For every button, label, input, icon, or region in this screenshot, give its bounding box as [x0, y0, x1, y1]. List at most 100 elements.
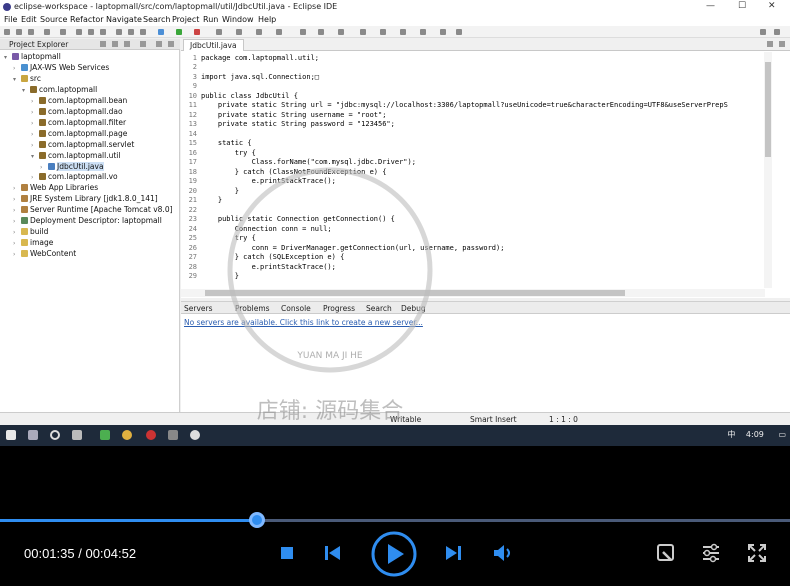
- pin-editor-icon[interactable]: [338, 29, 344, 35]
- menu-edit[interactable]: Edit: [21, 15, 37, 24]
- terminal-icon[interactable]: [44, 29, 50, 35]
- collapsed-arrow-icon[interactable]: ›: [31, 120, 39, 127]
- notification-icon[interactable]: ▭: [778, 430, 786, 439]
- forward-icon[interactable]: [456, 29, 462, 35]
- start-icon[interactable]: [6, 430, 16, 440]
- vertical-scroll-thumb[interactable]: [765, 62, 771, 157]
- expanded-arrow-icon[interactable]: ▾: [31, 153, 39, 160]
- tree-item[interactable]: › Web App Libraries: [13, 183, 98, 193]
- tree-item[interactable]: › com.laptopmall.filter: [31, 118, 126, 128]
- next-icon[interactable]: [444, 544, 464, 562]
- chrome-icon[interactable]: [122, 430, 132, 440]
- suspend-icon[interactable]: [88, 29, 94, 35]
- menu-source[interactable]: Source: [40, 15, 67, 24]
- ime-indicator[interactable]: 中: [727, 430, 735, 439]
- toggle-mark-occurrences-icon[interactable]: [360, 29, 366, 35]
- code-area[interactable]: 1 package com.laptopmall.util; 2 3 import ja…: [181, 52, 781, 288]
- tab-console[interactable]: Console: [281, 304, 311, 313]
- progress-knob[interactable]: [248, 512, 265, 528]
- resume-icon[interactable]: [76, 29, 82, 35]
- menu-window[interactable]: Window: [222, 15, 254, 24]
- collapsed-arrow-icon[interactable]: ›: [13, 218, 21, 225]
- tree-item[interactable]: ▾ src: [13, 74, 41, 84]
- eclipse-app-icon[interactable]: [190, 430, 200, 440]
- tree-item[interactable]: › Deployment Descriptor: laptopmall: [13, 216, 162, 226]
- collapsed-arrow-icon[interactable]: ›: [13, 207, 21, 214]
- cortana-icon[interactable]: [50, 430, 60, 440]
- collapsed-arrow-icon[interactable]: ›: [31, 142, 39, 149]
- tree-item[interactable]: › com.laptopmall.bean: [31, 96, 127, 106]
- collapsed-arrow-icon[interactable]: ›: [40, 164, 48, 171]
- menu-file[interactable]: File: [4, 15, 17, 24]
- editor-vertical-scrollbar[interactable]: [764, 52, 772, 288]
- tree-item[interactable]: ▾ com.laptopmall: [22, 85, 97, 95]
- new-icon[interactable]: [4, 29, 10, 35]
- tab-problems[interactable]: Problems: [235, 304, 270, 313]
- close-button[interactable]: ✕: [768, 1, 776, 11]
- task-view-icon[interactable]: [72, 430, 82, 440]
- menu-help[interactable]: Help: [258, 15, 276, 24]
- expanded-arrow-icon[interactable]: ▾: [4, 54, 12, 61]
- volume-icon[interactable]: [492, 544, 514, 562]
- clock[interactable]: 4:09: [746, 430, 764, 439]
- collapsed-arrow-icon[interactable]: ›: [31, 174, 39, 181]
- tree-item[interactable]: › build: [13, 227, 48, 237]
- tree-item[interactable]: › JdbcUtil.java: [40, 161, 104, 172]
- maximize-editor-icon[interactable]: [779, 41, 785, 47]
- progress-track[interactable]: [0, 512, 790, 528]
- show-whitespace-icon[interactable]: [400, 29, 406, 35]
- step-over-icon[interactable]: [128, 29, 134, 35]
- menu-refactor[interactable]: Refactor: [70, 15, 104, 24]
- stop-icon[interactable]: [278, 544, 296, 562]
- tree-item[interactable]: › image: [13, 238, 53, 248]
- collapsed-arrow-icon[interactable]: ›: [31, 98, 39, 105]
- next-annotation-icon[interactable]: [300, 29, 306, 35]
- collapsed-arrow-icon[interactable]: ›: [31, 109, 39, 116]
- block-selection-icon[interactable]: [380, 29, 386, 35]
- tree-item[interactable]: ▾ laptopmall: [4, 52, 61, 62]
- tree-item[interactable]: › com.laptopmall.page: [31, 129, 127, 139]
- collapsed-arrow-icon[interactable]: ›: [13, 65, 21, 72]
- collapsed-arrow-icon[interactable]: ›: [13, 240, 21, 247]
- browser-icon[interactable]: [146, 430, 156, 440]
- previous-annotation-icon[interactable]: [318, 29, 324, 35]
- editor-horizontal-scrollbar[interactable]: [181, 289, 765, 297]
- expanded-arrow-icon[interactable]: ▾: [22, 87, 30, 94]
- fullscreen-icon[interactable]: [746, 542, 768, 564]
- link-with-editor-icon[interactable]: [112, 41, 118, 47]
- collapsed-arrow-icon[interactable]: ›: [13, 251, 21, 258]
- screenshot-settings-icon[interactable]: [655, 542, 677, 564]
- tree-item[interactable]: › com.laptopmall.servlet: [31, 140, 134, 150]
- new-server-link[interactable]: No servers are available. Click this lin…: [184, 318, 423, 327]
- tab-debug[interactable]: Debug: [401, 304, 426, 313]
- maximize-button[interactable]: ☐: [738, 1, 746, 11]
- tree-item[interactable]: › Server Runtime [Apache Tomcat v8.0]: [13, 205, 173, 215]
- tree-item[interactable]: › JRE System Library [jdk1.8.0_141]: [13, 194, 158, 204]
- new-java-class-icon[interactable]: [216, 29, 222, 35]
- menu-search[interactable]: Search: [143, 15, 170, 24]
- debug-icon[interactable]: [158, 29, 164, 35]
- collapsed-arrow-icon[interactable]: ›: [13, 229, 21, 236]
- collapse-all-icon[interactable]: [100, 41, 106, 47]
- tree-item[interactable]: › WebContent: [13, 249, 76, 259]
- app-icon[interactable]: [100, 430, 110, 440]
- last-edit-icon[interactable]: [420, 29, 426, 35]
- equalizer-icon[interactable]: [700, 542, 722, 564]
- menu-navigate[interactable]: Navigate: [106, 15, 142, 24]
- tree-item[interactable]: › com.laptopmall.dao: [31, 107, 123, 117]
- tree-item[interactable]: › JAX-WS Web Services: [13, 63, 109, 73]
- tab-progress[interactable]: Progress: [323, 304, 355, 313]
- open-type-icon[interactable]: [236, 29, 242, 35]
- perspective-java-ee-icon[interactable]: [760, 29, 766, 35]
- tab-servers[interactable]: Servers: [184, 304, 213, 313]
- collapsed-arrow-icon[interactable]: ›: [31, 131, 39, 138]
- horizontal-scroll-thumb[interactable]: [205, 290, 625, 296]
- minimize-view-icon[interactable]: [156, 41, 162, 47]
- back-icon[interactable]: [440, 29, 446, 35]
- maximize-view-icon[interactable]: [168, 41, 174, 47]
- filters-icon[interactable]: [124, 41, 130, 47]
- expanded-arrow-icon[interactable]: ▾: [13, 76, 21, 83]
- save-icon[interactable]: [16, 29, 22, 35]
- editor-tab-jdbcutil[interactable]: JdbcUtil.java: [183, 39, 244, 51]
- step-return-icon[interactable]: [140, 29, 146, 35]
